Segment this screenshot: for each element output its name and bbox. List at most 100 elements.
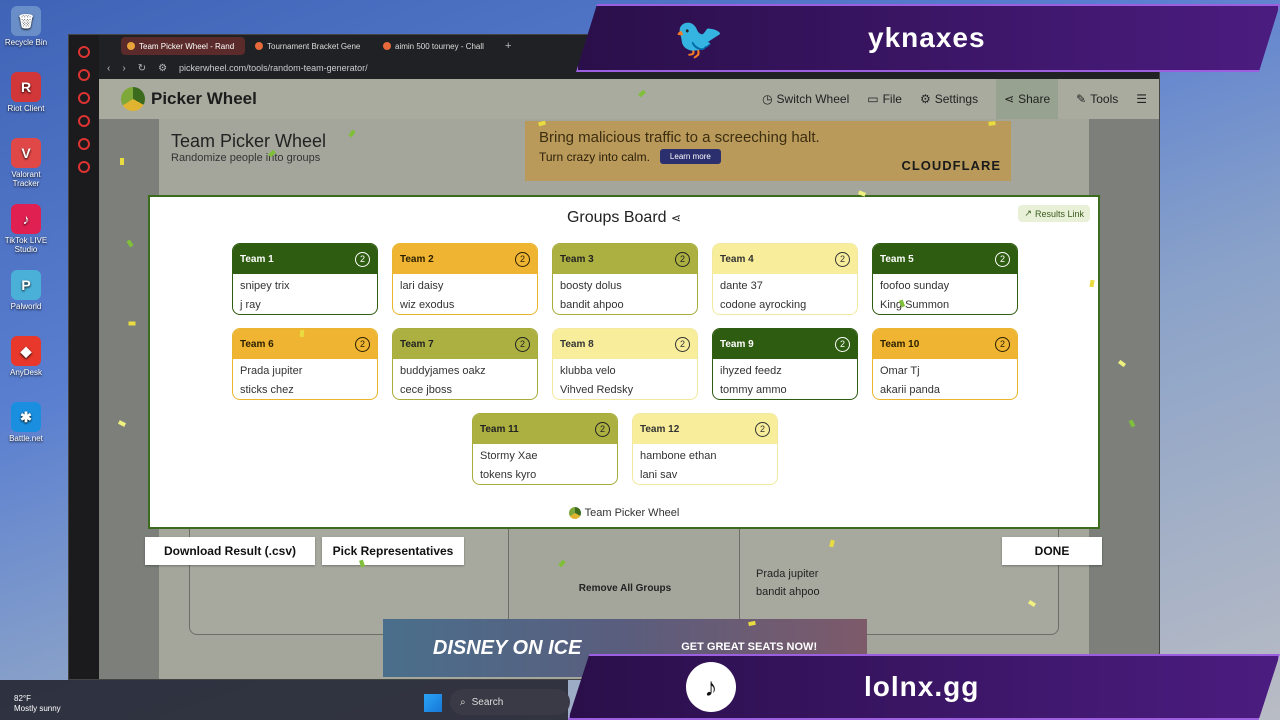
team-card: Team 3 2 boosty dolus bandit ahpoo: [552, 243, 698, 315]
pick-representatives-button[interactable]: Pick Representatives: [322, 537, 464, 565]
gear-icon: ⚙: [919, 92, 931, 106]
team-member: j ray: [240, 299, 261, 311]
team-name: Team 5: [880, 253, 914, 265]
download-result-button[interactable]: Download Result (.csv): [145, 537, 315, 565]
team-member: foofoo sunday: [880, 280, 950, 292]
team-header: Team 12 2: [633, 414, 777, 444]
app-icon: R: [11, 72, 41, 102]
desktop-icon[interactable]: R Riot Client: [0, 72, 52, 113]
url-field[interactable]: pickerwheel.com/tools/random-team-genera…: [179, 63, 368, 73]
app-icon: V: [11, 138, 41, 168]
advert-learn-more-button[interactable]: Learn more: [659, 149, 721, 164]
nav-file[interactable]: ▭ File: [867, 92, 902, 106]
desktop-icon[interactable]: ♪ TikTok LIVE Studio: [0, 204, 52, 254]
tab-favicon-icon: [383, 42, 391, 50]
sidebar-icon[interactable]: [78, 161, 90, 173]
new-tab-icon[interactable]: +: [505, 40, 511, 52]
site-logo[interactable]: Picker Wheel: [151, 89, 257, 109]
share-icon: ⋖: [1004, 92, 1015, 106]
results-link-button[interactable]: ↗ Results Link: [1018, 205, 1090, 222]
team-count-badge: 2: [675, 336, 690, 352]
back-icon[interactable]: ‹: [107, 63, 110, 74]
forward-icon[interactable]: ›: [122, 63, 125, 74]
site-info-icon[interactable]: ⚙: [158, 63, 167, 74]
team-member: King Summon: [880, 299, 950, 311]
team-member: sticks chez: [240, 384, 294, 396]
team-card: Team 4 2 dante 37 codone ayrocking: [712, 243, 858, 315]
team-card: Team 5 2 foofoo sunday King Summon: [872, 243, 1018, 315]
team-member: klubba velo: [560, 365, 616, 377]
team-member: buddyjames oakz: [400, 365, 486, 377]
nav-label: Share: [1018, 92, 1051, 106]
team-members: ihyzed feedz tommy ammo: [713, 359, 857, 399]
confetti-piece: [988, 121, 996, 126]
tab-challonge[interactable]: aimin 500 tourney - Chall: [377, 37, 501, 55]
team-header: Team 4 2: [713, 244, 857, 274]
top-advert[interactable]: Bring malicious traffic to a screeching …: [525, 121, 1011, 181]
reload-icon[interactable]: ↻: [138, 63, 146, 74]
modal-title-text: Groups Board: [566, 209, 667, 226]
team-header: Team 8 2: [553, 329, 697, 359]
search-label: Search: [471, 696, 504, 708]
menu-icon[interactable]: ☰: [1136, 92, 1147, 106]
sidebar-icon[interactable]: [78, 69, 90, 81]
sidebar-icon[interactable]: [78, 92, 90, 104]
tools-icon: ✎: [1076, 92, 1087, 106]
opera-icon[interactable]: [78, 46, 90, 58]
advert-cta: GET GREAT SEATS NOW!: [681, 641, 818, 654]
team-header: Team 2 2: [393, 244, 537, 274]
tab-favicon-icon: [255, 42, 263, 50]
team-name: Team 3: [560, 253, 594, 265]
taskbar-search[interactable]: ⌕ Search: [450, 689, 570, 715]
desktop-icon[interactable]: P Palworld: [0, 270, 52, 311]
team-count-badge: 2: [755, 421, 770, 437]
desktop-icon[interactable]: 🗑 Recycle Bin: [0, 6, 52, 47]
twitter-banner: 🐦 yknaxes: [576, 4, 1280, 72]
nav-share[interactable]: ⋖ Share: [996, 79, 1059, 119]
nav-settings[interactable]: ⚙ Settings: [920, 92, 978, 106]
team-count-badge: 2: [995, 251, 1010, 267]
team-card: Team 9 2 ihyzed feedz tommy ammo: [712, 328, 858, 400]
page-title-block: Team Picker Wheel Randomize people into …: [171, 131, 326, 164]
team-count-badge: 2: [595, 421, 610, 437]
remove-all-groups-button[interactable]: Remove All Groups: [525, 583, 725, 594]
team-member: Prada jupiter: [240, 365, 303, 377]
windows-start-icon[interactable]: [424, 694, 442, 712]
team-member: bandit ahpoo: [560, 299, 624, 311]
results-link-label: Results Link: [1034, 208, 1084, 219]
modal-title: Groups Board ⋖: [150, 209, 1098, 227]
team-header: Team 5 2: [873, 244, 1017, 274]
weather-widget[interactable]: 82°F Mostly sunny: [14, 694, 61, 714]
advert-brand: CLOUDFLARE: [901, 158, 1001, 173]
team-name: Team 11: [480, 423, 519, 435]
nav-switch-wheel[interactable]: ◷ Switch Wheel: [762, 92, 849, 106]
tiktok-banner: ♪ lolnx.gg: [568, 654, 1280, 720]
desktop-icon[interactable]: ◆ AnyDesk: [0, 336, 52, 377]
team-header: Team 6 2: [233, 329, 377, 359]
done-button[interactable]: DONE: [1002, 537, 1102, 565]
picker-wheel-logo-icon[interactable]: [121, 87, 145, 111]
team-count-badge: 2: [355, 336, 370, 352]
site-nav: ◷ Switch Wheel ▭ File ⚙ Settings ⋖ Share ✎ To…: [762, 79, 1147, 119]
picker-wheel-logo-icon: [568, 507, 581, 519]
desktop-icon[interactable]: V Valorant Tracker: [0, 138, 52, 188]
modal-footer: Team Picker Wheel: [150, 507, 1098, 519]
team-members: boosty dolus bandit ahpoo: [553, 274, 697, 314]
team-members: dante 37 codone ayrocking: [713, 274, 857, 314]
sidebar-icon[interactable]: [78, 138, 90, 150]
desktop-icon[interactable]: ✱ Battle.net: [0, 402, 52, 443]
nav-tools[interactable]: ✎ Tools: [1076, 92, 1118, 106]
page-subtitle: Randomize people into groups: [171, 152, 321, 164]
share-icon[interactable]: ⋖: [671, 211, 681, 225]
desktop-icon-label: Valorant Tracker: [11, 170, 41, 188]
team-member: akarii panda: [880, 384, 940, 396]
team-members: hambone ethan lani sav: [633, 444, 777, 484]
team-card: Team 6 2 Prada jupiter sticks chez: [232, 328, 378, 400]
opera-sidebar: [69, 35, 99, 679]
desktop-icon-label: Palworld: [10, 302, 42, 311]
desktop-icon-label: AnyDesk: [9, 368, 42, 377]
tab-team-picker[interactable]: Team Picker Wheel - Rand: [121, 37, 245, 55]
tab-tournament-bracket[interactable]: Tournament Bracket Gene: [249, 37, 373, 55]
sidebar-icon[interactable]: [78, 115, 90, 127]
weather-desc: Mostly sunny: [14, 704, 61, 713]
